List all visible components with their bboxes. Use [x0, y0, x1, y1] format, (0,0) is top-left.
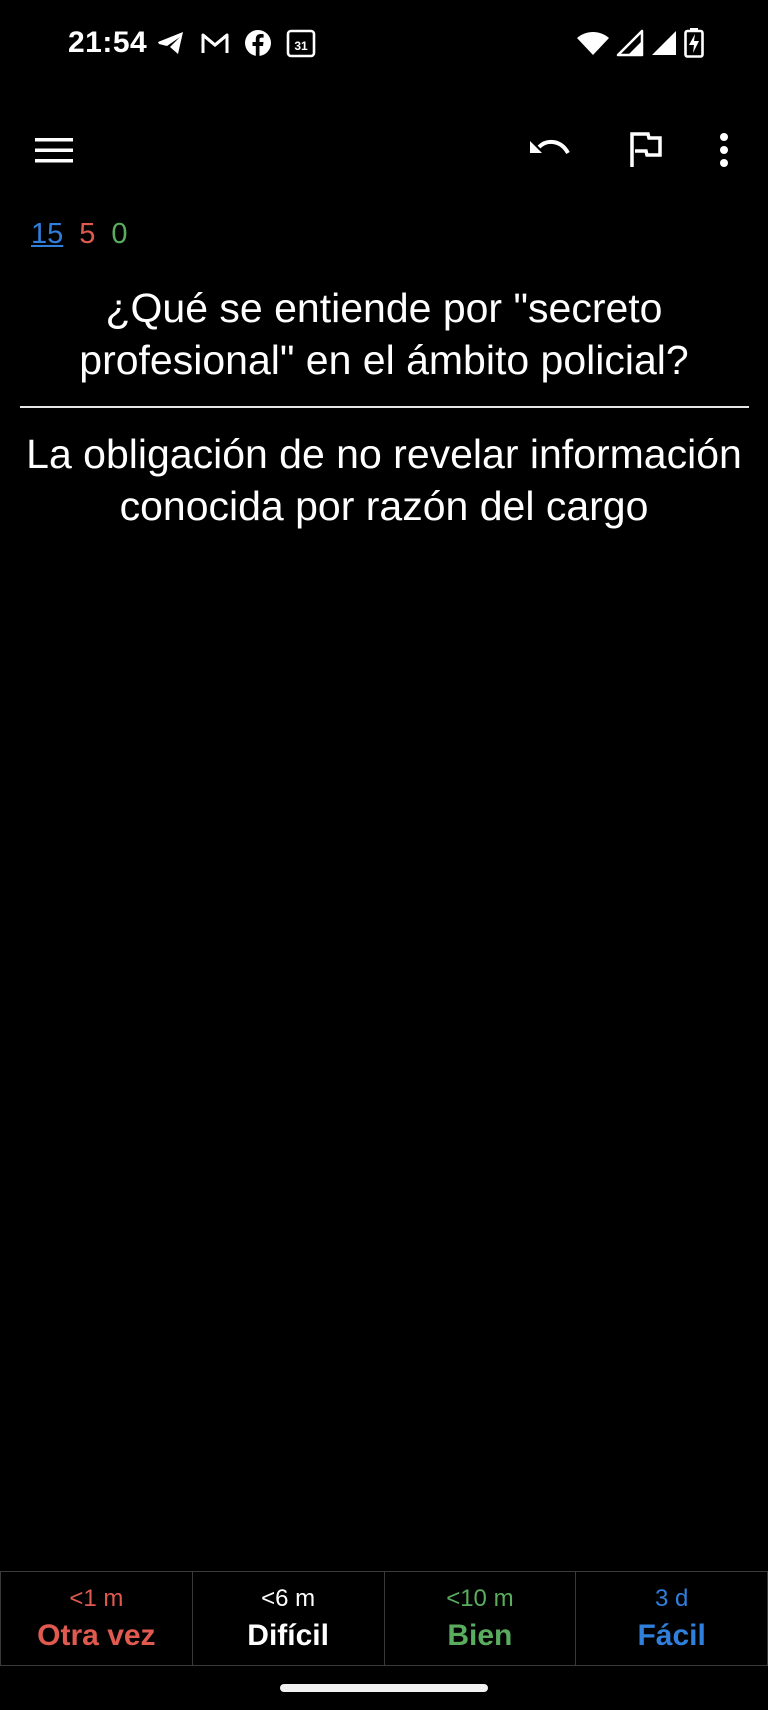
facebook-icon: [244, 29, 272, 57]
again-label: Otra vez: [37, 1618, 156, 1652]
again-interval: <1 m: [69, 1584, 124, 1612]
card-counts: 15 5 0: [31, 218, 128, 251]
good-button[interactable]: <10 m Bien: [383, 1572, 576, 1665]
flag-button[interactable]: [614, 118, 678, 182]
wifi-icon: [576, 29, 610, 57]
easy-label: Fácil: [637, 1618, 706, 1652]
good-label: Bien: [447, 1618, 513, 1652]
flashcard-review-screen: 21:54 31 15 5 0 ¿Qué se entiende por "se…: [0, 0, 768, 1710]
easy-interval: 3 d: [654, 1584, 689, 1612]
telegram-icon: [156, 29, 186, 57]
calendar-icon: 31: [286, 28, 316, 58]
again-button[interactable]: <1 m Otra vez: [0, 1572, 192, 1665]
new-count: 15: [31, 218, 64, 250]
signal-icon: [650, 29, 678, 57]
system-icons: [576, 28, 704, 58]
hard-button[interactable]: <6 m Difícil: [191, 1572, 384, 1665]
gmail-icon: [200, 31, 230, 55]
easy-button[interactable]: 3 d Fácil: [575, 1572, 768, 1665]
toolbar: [0, 110, 768, 190]
signal-icon: [616, 29, 644, 57]
flag-icon: [628, 131, 664, 169]
battery-charging-icon: [684, 28, 704, 58]
learning-count: 5: [79, 218, 96, 250]
status-bar: 21:54 31: [0, 0, 768, 90]
status-time: 21:54: [68, 26, 148, 59]
answer-buttons-bar: <1 m Otra vez <6 m Difícil <10 m Bien 3 …: [0, 1571, 768, 1666]
hard-label: Difícil: [247, 1618, 329, 1652]
more-vert-icon: [719, 133, 729, 167]
undo-button[interactable]: [518, 118, 582, 182]
gesture-nav-handle[interactable]: [280, 1684, 488, 1692]
notification-icons: 31: [156, 28, 316, 58]
more-options-button[interactable]: [692, 118, 756, 182]
question-answer-divider: [20, 406, 749, 408]
card-answer: La obligación de no revelar información …: [26, 431, 742, 529]
calendar-day-text: 31: [294, 39, 308, 53]
undo-icon: [529, 137, 571, 163]
card-question: ¿Qué se entiende por "secreto profesiona…: [79, 285, 689, 383]
menu-button[interactable]: [22, 118, 86, 182]
review-count: 0: [111, 218, 128, 250]
hard-interval: <6 m: [261, 1584, 316, 1612]
menu-icon: [35, 136, 73, 164]
good-interval: <10 m: [446, 1584, 514, 1612]
